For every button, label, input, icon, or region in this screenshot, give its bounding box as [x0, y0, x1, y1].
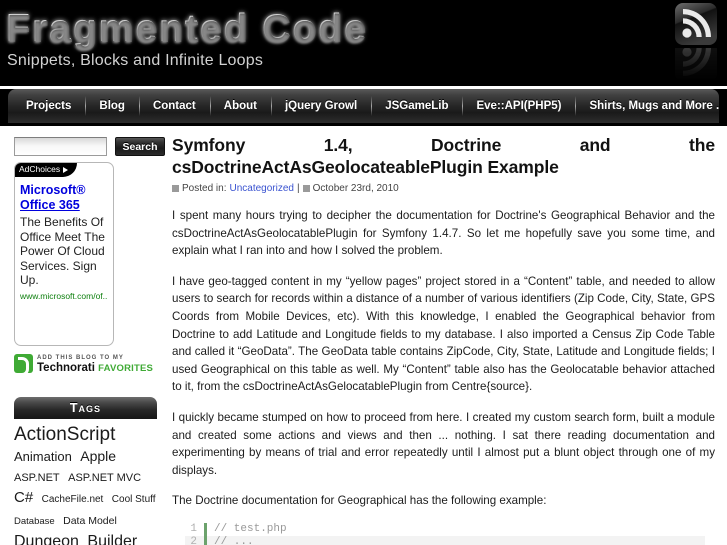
tag-link[interactable]: Cool Stuff	[112, 494, 156, 505]
tag-link[interactable]: CacheFile.net	[42, 494, 104, 505]
calendar-icon	[302, 185, 310, 192]
tag-link[interactable]: ASP.NET	[14, 472, 60, 484]
post-category-link[interactable]: Uncategorized	[229, 183, 293, 194]
main-content: Symfony 1.4, Doctrine and the csDoctrine…	[170, 126, 727, 545]
adchoices-arrow-icon	[63, 166, 69, 173]
page-title: Symfony 1.4, Doctrine and the csDoctrine…	[172, 135, 715, 177]
ad-description: The Benefits Of Office Meet The Power Of…	[20, 215, 105, 288]
code-line-content: // ...	[214, 536, 254, 545]
post-paragraph: The Doctrine documentation for Geographi…	[172, 494, 547, 508]
site-header: Fragmented Code Snippets, Blocks and Inf…	[0, 0, 727, 86]
tags-widget-header: Tags	[14, 397, 157, 419]
technorati-favorites-badge[interactable]: ADD THIS BLOG TO MY Technorati FAVORITES	[14, 354, 170, 376]
rss-icon-reflection	[675, 40, 717, 82]
technorati-name: Technorati FAVORITES	[37, 362, 154, 374]
site-title[interactable]: Fragmented Code	[6, 6, 368, 52]
rss-feed-link[interactable]	[675, 3, 719, 83]
code-line-number: 2	[185, 536, 207, 545]
search-input[interactable]	[14, 137, 107, 156]
ad-url[interactable]: www.microsoft.com/of...	[20, 291, 108, 301]
search-widget: Search	[14, 137, 170, 159]
nav-item-shirts-mugs-and-more[interactable]: Shirts, Mugs and More ...	[575, 89, 719, 123]
technorati-text: ADD THIS BLOG TO MY Technorati FAVORITES	[37, 354, 154, 374]
tag-cloud: ActionScript Animation Apple ASP.NET ASP…	[14, 425, 160, 545]
tag-link[interactable]: ASP.NET MVC	[68, 472, 141, 484]
adchoices-button[interactable]: AdChoices	[15, 163, 78, 177]
ad-title-line1[interactable]: Microsoft®	[20, 183, 108, 198]
ad-body: Microsoft® Office 365 The Benefits Of Of…	[15, 163, 113, 301]
posted-in-label: Posted in:	[182, 183, 227, 194]
nav-item-contact[interactable]: Contact	[138, 89, 210, 123]
code-token: // test.php	[214, 522, 287, 535]
post-date: October 23rd, 2010	[312, 183, 399, 194]
advertisement-box: AdChoices Microsoft® Office 365 The Bene…	[14, 162, 114, 346]
search-button[interactable]: Search	[115, 137, 165, 156]
tag-link[interactable]: Animation	[14, 449, 72, 464]
ad-title-line2[interactable]: Office 365	[20, 198, 108, 213]
tag-link[interactable]: Dungeon	[14, 533, 79, 545]
adchoices-label: AdChoices	[19, 164, 61, 174]
tag-link[interactable]: ActionScript	[14, 424, 115, 445]
nav-list: Projects Blog Contact About jQuery Growl JSGa…	[8, 89, 719, 123]
tag-link[interactable]: Database	[14, 516, 55, 527]
post-paragraph: I have geo-tagged content in my “yellow …	[172, 274, 715, 394]
nav-item-blog[interactable]: Blog	[85, 89, 139, 123]
tag-link[interactable]: Data Model	[63, 515, 117, 527]
nav-item-projects[interactable]: Projects	[12, 89, 85, 123]
sidebar: Search AdChoices Microsoft® Office 365 T…	[0, 126, 170, 545]
code-line-number: 1	[185, 522, 207, 537]
nav-item-jquery-growl[interactable]: jQuery Growl	[270, 89, 371, 123]
main-navigation: Projects Blog Contact About jQuery Growl JSGa…	[0, 89, 727, 126]
nav-item-eve-api-php5[interactable]: Eve::API(PHP5)	[462, 89, 575, 123]
technorati-favorites-label: FAVORITES	[98, 363, 154, 374]
tag-link[interactable]: Builder	[87, 533, 137, 545]
code-token: // ...	[214, 536, 254, 545]
page-body: Search AdChoices Microsoft® Office 365 T…	[0, 126, 727, 545]
post-metadata: Posted in: Uncategorized | October 23rd,…	[172, 183, 715, 194]
nav-item-about[interactable]: About	[209, 89, 271, 123]
code-snippet[interactable]: 1// test.php2// ...3$q = $zipcode1->getD…	[185, 522, 705, 545]
code-line-content: // test.php	[214, 523, 287, 536]
technorati-logo-icon	[14, 354, 33, 376]
code-line: 2 // ...	[185, 536, 705, 545]
nav-item-jsgamelib[interactable]: JSGameLib	[371, 89, 462, 123]
tag-link[interactable]: Apple	[80, 448, 116, 464]
post-paragraph: I spent many hours trying to decipher th…	[172, 209, 715, 258]
tag-link[interactable]: C#	[14, 489, 33, 506]
code-line: 1 // test.php	[185, 522, 705, 537]
meta-separator: |	[296, 183, 300, 194]
rss-icon	[675, 3, 717, 45]
site-tagline: Snippets, Blocks and Infinite Loops	[7, 52, 264, 69]
folder-icon	[172, 185, 179, 192]
post-paragraph: I quickly became stumped on how to proce…	[172, 410, 715, 477]
